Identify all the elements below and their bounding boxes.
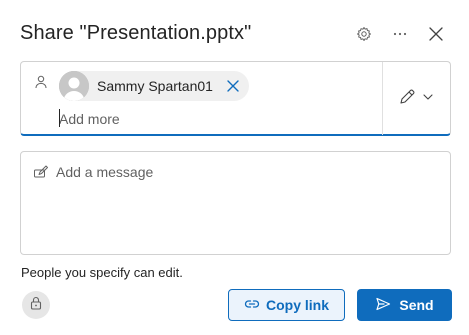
person-icon xyxy=(33,74,49,90)
send-button[interactable]: Send xyxy=(357,289,452,321)
link-settings-button[interactable] xyxy=(22,291,50,319)
more-horizontal-icon xyxy=(392,26,408,42)
permission-dropdown-button[interactable] xyxy=(391,84,441,114)
copy-link-label: Copy link xyxy=(265,297,329,313)
copy-link-button[interactable]: Copy link xyxy=(228,289,345,321)
lock-icon xyxy=(28,295,44,316)
gear-icon xyxy=(356,26,372,42)
link-icon xyxy=(244,296,260,315)
dismiss-icon[interactable] xyxy=(225,78,241,94)
permission-summary: People you specify can edit. xyxy=(21,265,183,280)
avatar xyxy=(59,71,89,101)
send-icon xyxy=(375,296,391,315)
message-field[interactable] xyxy=(20,151,451,255)
text-caret xyxy=(59,109,60,127)
more-options-button[interactable] xyxy=(386,20,414,48)
add-more-input[interactable] xyxy=(59,108,359,130)
send-label: Send xyxy=(399,297,434,313)
chevron-down-icon xyxy=(422,90,434,108)
compose-icon xyxy=(33,164,49,180)
message-input[interactable] xyxy=(56,161,436,247)
settings-button[interactable] xyxy=(350,20,378,48)
recipient-name: Sammy Spartan01 xyxy=(97,78,213,94)
share-dialog: Share "Presentation.pptx" Sammy Spartan0… xyxy=(0,0,469,335)
recipient-chip[interactable]: Sammy Spartan01 xyxy=(59,71,249,101)
close-icon xyxy=(428,26,444,42)
dialog-title: Share "Presentation.pptx" xyxy=(20,22,252,44)
permission-divider xyxy=(382,62,383,135)
pencil-icon xyxy=(398,88,416,111)
close-button[interactable] xyxy=(422,20,450,48)
recipients-field[interactable]: Sammy Spartan01 xyxy=(20,61,451,136)
